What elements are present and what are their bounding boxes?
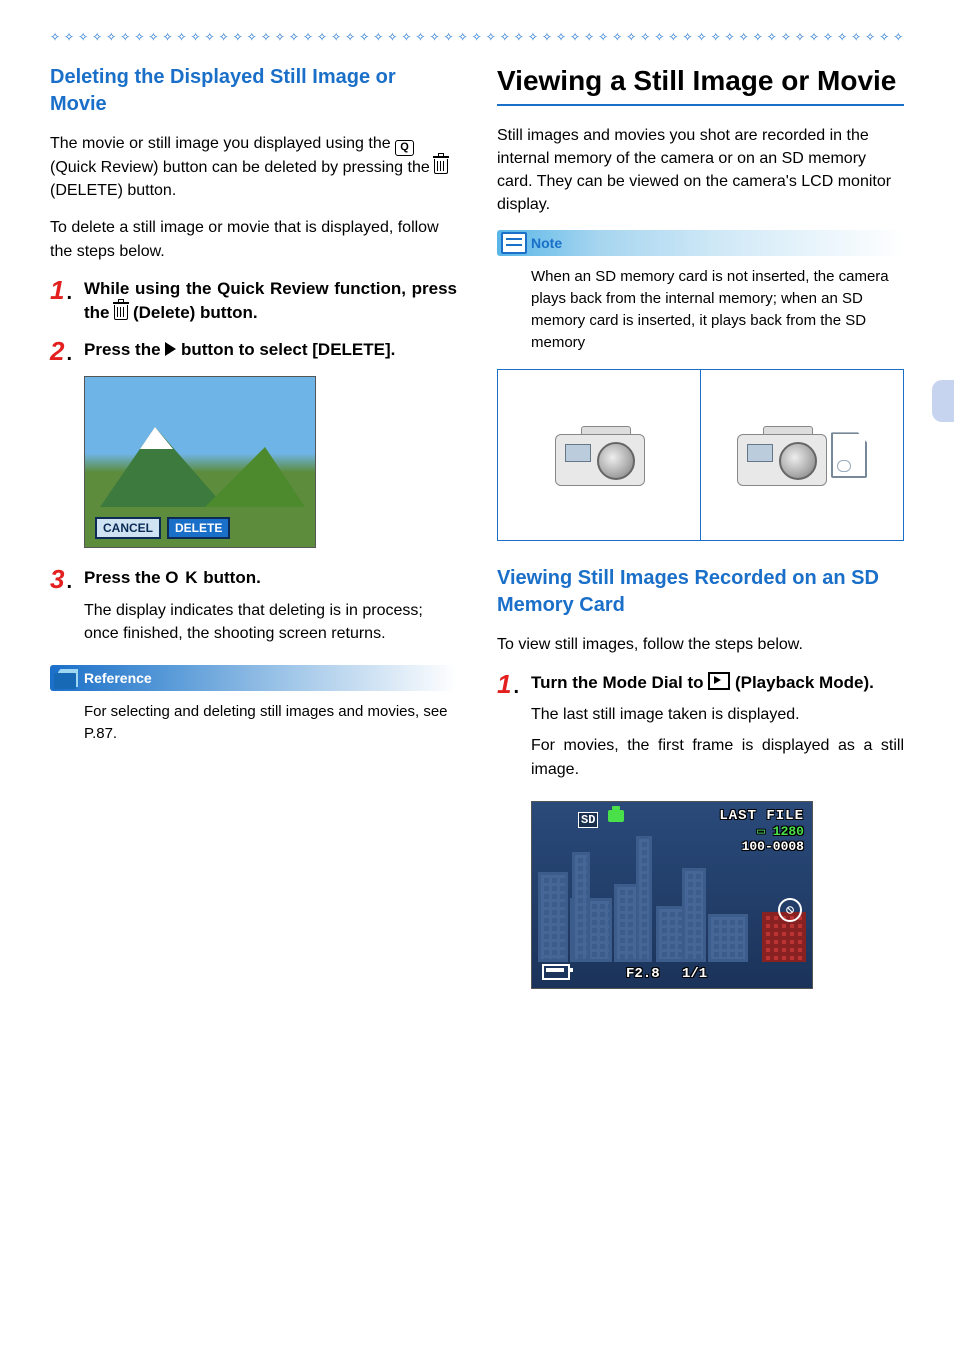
step1b: (Delete) button.: [128, 303, 257, 322]
camera-icon: [737, 426, 825, 484]
intro1a: The movie or still image you displayed u…: [50, 135, 395, 152]
note-list-icon: [497, 230, 531, 256]
delete-trash-icon: [434, 159, 448, 174]
lcd-shutter: 1/1: [682, 966, 707, 982]
decorative-top-border: ✧✧✧✧✧✧✧✧✧✧✧✧✧✧✧✧✧✧✧✧✧✧✧✧✧✧✧✧✧✧✧✧✧✧✧✧✧✧✧✧…: [50, 30, 904, 44]
rstep1a: Turn the Mode Dial to: [531, 673, 708, 692]
step3b: button.: [199, 568, 261, 587]
right-step-1-sub2: For movies, the first frame is displayed…: [531, 734, 904, 780]
lcd-camera-icon: [608, 810, 624, 822]
step-3-text: Press the O K button. The display indica…: [84, 566, 457, 653]
reference-label: Reference: [84, 670, 152, 686]
intro-paragraph-2: To delete a still image or movie that is…: [50, 216, 457, 262]
sd-card-icon: [831, 432, 867, 478]
lcd-protect-icon: ⦸: [778, 898, 802, 922]
quick-review-icon: Q: [395, 140, 414, 156]
step-3-sub: The display indicates that deleting is i…: [84, 599, 457, 645]
camera-lcd-playback: SD LAST FILE ▭ 1280 100-0008 ⦸ F2.8 1/1: [531, 801, 813, 989]
right-column: Viewing a Still Image or Movie Still ima…: [497, 64, 904, 1007]
lcd-file-number: 100-0008: [719, 839, 804, 854]
right-step-1-sub1: The last still image taken is displayed.: [531, 703, 904, 726]
page-side-tab: [932, 380, 954, 422]
note-callout: Note When an SD memory card is not inser…: [497, 230, 904, 359]
step-3-number: 3: [50, 566, 70, 653]
lcd-battery-icon: [542, 964, 570, 980]
lcd-last-file: LAST FILE: [719, 808, 804, 824]
lcd-aperture: F2.8: [626, 966, 660, 982]
lcd-file-info: LAST FILE ▭ 1280 100-0008: [719, 808, 804, 854]
reference-callout: Reference For selecting and deleting sti…: [50, 665, 457, 751]
diagram-internal-memory: [498, 370, 700, 540]
step2b: button to select [DELETE].: [176, 340, 395, 359]
note-label: Note: [531, 235, 562, 251]
camera-icon: [555, 426, 643, 484]
step-2-number: 2: [50, 338, 70, 364]
step-1: 1 While using the Quick Review function,…: [50, 277, 457, 326]
step-1-text: While using the Quick Review function, p…: [84, 277, 457, 326]
rstep1b: (Playback Mode).: [730, 673, 874, 692]
note-header: Note: [497, 230, 904, 256]
step-2-text: Press the button to select [DELETE].: [84, 338, 457, 364]
sd-intro: To view still images, follow the steps b…: [497, 633, 904, 656]
camera-screen-delete-dialog: CANCEL DELETE: [84, 376, 316, 548]
subheading-sd-card: Viewing Still Images Recorded on an SD M…: [497, 565, 904, 619]
viewing-intro: Still images and movies you shot are rec…: [497, 124, 904, 217]
intro1b: (Quick Review) button can be deleted by …: [50, 159, 434, 176]
bookmark-icon: [50, 665, 84, 691]
intro1c: (DELETE) button.: [50, 182, 176, 199]
cancel-option: CANCEL: [95, 517, 161, 539]
lcd-res-prefix: ▭: [757, 824, 765, 839]
reference-header: Reference: [50, 665, 457, 691]
playback-mode-icon: [708, 672, 730, 690]
step3a: Press the: [84, 568, 165, 587]
lcd-resolution: 1280: [773, 824, 804, 839]
memory-source-diagram: [497, 369, 904, 541]
right-step-1: 1 Turn the Mode Dial to (Playback Mode).…: [497, 671, 904, 789]
lcd-sd-indicator: SD: [578, 812, 598, 828]
step-3: 3 Press the O K button. The display indi…: [50, 566, 457, 653]
intro-paragraph-1: The movie or still image you displayed u…: [50, 132, 457, 202]
heading-rule: [497, 104, 904, 106]
heading-deleting: Deleting the Displayed Still Image or Mo…: [50, 64, 457, 118]
step2a: Press the: [84, 340, 165, 359]
reference-body: For selecting and deleting still images …: [50, 691, 457, 751]
step-1-number: 1: [50, 277, 70, 326]
right-step-1-text: Turn the Mode Dial to (Playback Mode). T…: [531, 671, 904, 789]
right-step-1-number: 1: [497, 671, 517, 789]
heading-viewing: Viewing a Still Image or Movie: [497, 64, 904, 98]
step-2: 2 Press the button to select [DELETE].: [50, 338, 457, 364]
ok-button-label: O K: [165, 568, 198, 587]
diagram-sd-memory: [701, 370, 903, 540]
note-body: When an SD memory card is not inserted, …: [497, 256, 904, 359]
delete-trash-icon: [114, 305, 128, 320]
right-arrow-icon: [165, 342, 176, 356]
delete-option: DELETE: [167, 517, 230, 539]
left-column: Deleting the Displayed Still Image or Mo…: [50, 64, 457, 1007]
